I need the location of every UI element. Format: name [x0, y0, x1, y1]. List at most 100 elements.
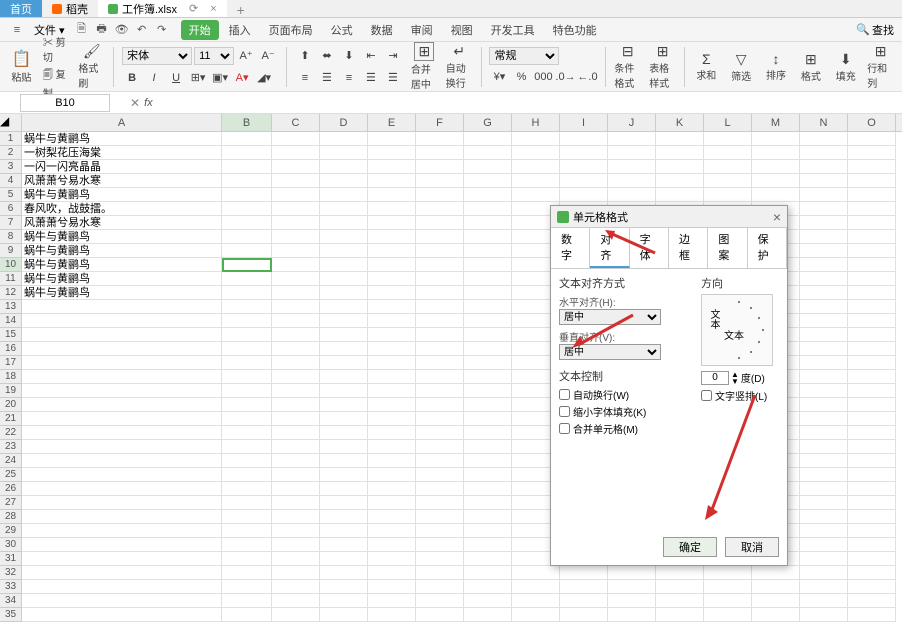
cell-D30[interactable] — [320, 538, 368, 552]
cell-G22[interactable] — [464, 426, 512, 440]
cell-G35[interactable] — [464, 608, 512, 622]
cell-G2[interactable] — [464, 146, 512, 160]
cell-K33[interactable] — [656, 580, 704, 594]
degree-spinner[interactable]: ▲▼ — [731, 371, 739, 385]
cell-A7[interactable]: 风萧萧兮易水寒 — [22, 216, 222, 230]
cell-L5[interactable] — [704, 188, 752, 202]
row-header-10[interactable]: 10 — [0, 258, 21, 272]
increase-indent-icon[interactable]: ⇥ — [383, 46, 403, 66]
cell-G15[interactable] — [464, 328, 512, 342]
cell-G31[interactable] — [464, 552, 512, 566]
shrink-checkbox-row[interactable]: 缩小字体填充(K) — [559, 404, 779, 419]
row-header-34[interactable]: 34 — [0, 594, 21, 608]
increase-font-icon[interactable]: A⁺ — [236, 46, 256, 66]
cell-C18[interactable] — [272, 370, 320, 384]
v-align-select[interactable]: 居中 — [559, 344, 661, 360]
dialog-tab-align[interactable]: 对齐 — [590, 228, 629, 268]
cell-G7[interactable] — [464, 216, 512, 230]
row-header-24[interactable]: 24 — [0, 454, 21, 468]
cell-N22[interactable] — [800, 426, 848, 440]
shrink-checkbox[interactable] — [559, 406, 570, 417]
cell-O30[interactable] — [848, 538, 896, 552]
align-left-icon[interactable]: ≡ — [295, 68, 315, 88]
cell-C7[interactable] — [272, 216, 320, 230]
merge-center-button[interactable]: ⊞ 合并居中 — [411, 47, 438, 87]
cell-B2[interactable] — [222, 146, 272, 160]
cell-G34[interactable] — [464, 594, 512, 608]
rowcol-button[interactable]: ⊞ 行和列 — [867, 47, 894, 87]
cell-D7[interactable] — [320, 216, 368, 230]
row-header-13[interactable]: 13 — [0, 300, 21, 314]
cell-C5[interactable] — [272, 188, 320, 202]
cell-F28[interactable] — [416, 510, 464, 524]
cell-N24[interactable] — [800, 454, 848, 468]
cell-B4[interactable] — [222, 174, 272, 188]
merge-checkbox[interactable] — [559, 423, 570, 434]
row-header-1[interactable]: 1 — [0, 132, 21, 146]
cell-F19[interactable] — [416, 384, 464, 398]
increase-decimal-icon[interactable]: .0→ — [555, 67, 575, 87]
cell-G26[interactable] — [464, 482, 512, 496]
cell-C26[interactable] — [272, 482, 320, 496]
cell-B35[interactable] — [222, 608, 272, 622]
select-all-corner[interactable]: ◢ — [0, 114, 22, 132]
tab-add-button[interactable]: + — [227, 0, 255, 17]
cell-F24[interactable] — [416, 454, 464, 468]
cell-C3[interactable] — [272, 160, 320, 174]
cell-K32[interactable] — [656, 566, 704, 580]
cell-N14[interactable] — [800, 314, 848, 328]
row-header-3[interactable]: 3 — [0, 160, 21, 174]
cell-K4[interactable] — [656, 174, 704, 188]
cell-D27[interactable] — [320, 496, 368, 510]
row-header-29[interactable]: 29 — [0, 524, 21, 538]
cell-B18[interactable] — [222, 370, 272, 384]
cell-O6[interactable] — [848, 202, 896, 216]
cell-D19[interactable] — [320, 384, 368, 398]
cell-A22[interactable] — [22, 426, 222, 440]
font-select[interactable]: 宋体 — [122, 47, 192, 65]
cell-O7[interactable] — [848, 216, 896, 230]
cell-O21[interactable] — [848, 412, 896, 426]
dialog-tab-font[interactable]: 字体 — [630, 228, 669, 268]
align-middle-icon[interactable]: ⬌ — [317, 46, 337, 66]
cell-K3[interactable] — [656, 160, 704, 174]
row-header-9[interactable]: 9 — [0, 244, 21, 258]
cell-G5[interactable] — [464, 188, 512, 202]
cell-C27[interactable] — [272, 496, 320, 510]
cell-K5[interactable] — [656, 188, 704, 202]
row-header-26[interactable]: 26 — [0, 482, 21, 496]
number-format-select[interactable]: 常规 — [489, 47, 559, 65]
cell-B5[interactable] — [222, 188, 272, 202]
tab-app[interactable]: 稻壳 — [42, 0, 98, 17]
cell-O24[interactable] — [848, 454, 896, 468]
cell-F35[interactable] — [416, 608, 464, 622]
cell-E35[interactable] — [368, 608, 416, 622]
cell-G33[interactable] — [464, 580, 512, 594]
cell-O31[interactable] — [848, 552, 896, 566]
cell-D18[interactable] — [320, 370, 368, 384]
tab-close-icon[interactable]: × — [210, 3, 216, 15]
cell-B10[interactable] — [222, 258, 272, 272]
cell-D14[interactable] — [320, 314, 368, 328]
row-header-30[interactable]: 30 — [0, 538, 21, 552]
tab-home[interactable]: 首页 — [0, 0, 42, 17]
cell-E24[interactable] — [368, 454, 416, 468]
cell-E32[interactable] — [368, 566, 416, 580]
cell-J1[interactable] — [608, 132, 656, 146]
cell-F16[interactable] — [416, 342, 464, 356]
cell-M33[interactable] — [752, 580, 800, 594]
cell-N12[interactable] — [800, 286, 848, 300]
row-header-32[interactable]: 32 — [0, 566, 21, 580]
row-header-33[interactable]: 33 — [0, 580, 21, 594]
decrease-font-icon[interactable]: A⁻ — [258, 46, 278, 66]
cell-F17[interactable] — [416, 356, 464, 370]
cell-O12[interactable] — [848, 286, 896, 300]
cell-H1[interactable] — [512, 132, 560, 146]
cell-D34[interactable] — [320, 594, 368, 608]
cell-B32[interactable] — [222, 566, 272, 580]
preview-icon[interactable]: 👁 — [113, 21, 131, 39]
cell-A28[interactable] — [22, 510, 222, 524]
cell-B12[interactable] — [222, 286, 272, 300]
cell-E10[interactable] — [368, 258, 416, 272]
cell-F34[interactable] — [416, 594, 464, 608]
